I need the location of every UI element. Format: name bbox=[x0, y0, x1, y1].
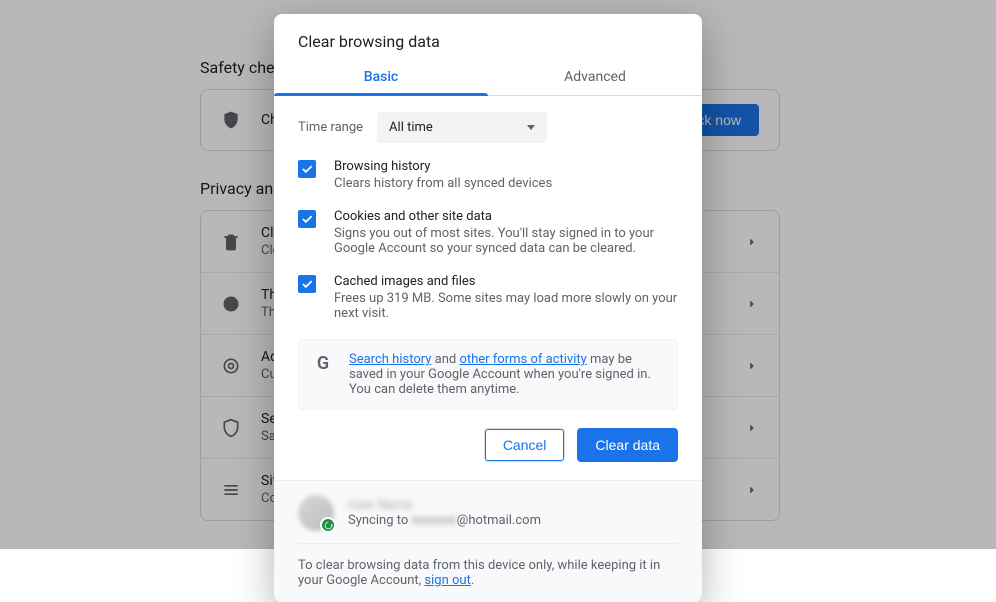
item-sub: Clears history from all synced devices bbox=[334, 176, 678, 191]
checkbox-cookies[interactable] bbox=[298, 210, 316, 228]
sync-status-icon bbox=[320, 517, 336, 533]
dialog-title: Clear browsing data bbox=[274, 14, 702, 57]
item-sub: Signs you out of most sites. You'll stay… bbox=[334, 226, 678, 256]
search-history-link[interactable]: Search history bbox=[349, 352, 431, 367]
time-range-value: All time bbox=[389, 120, 433, 135]
clear-data-button[interactable]: Clear data bbox=[577, 428, 678, 462]
cancel-button[interactable]: Cancel bbox=[484, 428, 566, 462]
other-activity-link[interactable]: other forms of activity bbox=[459, 352, 586, 367]
checkbox-browsing-history[interactable] bbox=[298, 160, 316, 178]
clear-browsing-data-dialog: Clear browsing data Basic Advanced Time … bbox=[274, 14, 702, 602]
sign-out-note: To clear browsing data from this device … bbox=[298, 558, 678, 588]
checkbox-cache[interactable] bbox=[298, 275, 316, 293]
item-sub: Frees up 319 MB. Some sites may load mor… bbox=[334, 291, 678, 321]
tab-basic[interactable]: Basic bbox=[274, 57, 488, 95]
tab-advanced[interactable]: Advanced bbox=[488, 57, 702, 95]
item-title: Cookies and other site data bbox=[334, 209, 678, 224]
time-range-label: Time range bbox=[298, 120, 363, 135]
account-name: User Name bbox=[348, 498, 678, 513]
item-title: Browsing history bbox=[334, 159, 678, 174]
google-activity-info: G Search history and other forms of acti… bbox=[298, 339, 678, 410]
time-range-select[interactable]: All time bbox=[377, 112, 547, 143]
sign-out-link[interactable]: sign out bbox=[424, 573, 470, 588]
item-title: Cached images and files bbox=[334, 274, 678, 289]
google-logo-icon: G bbox=[313, 354, 333, 374]
chevron-down-icon bbox=[527, 125, 535, 130]
sync-status: Syncing to xxxxxxx@hotmail.com bbox=[348, 513, 678, 528]
